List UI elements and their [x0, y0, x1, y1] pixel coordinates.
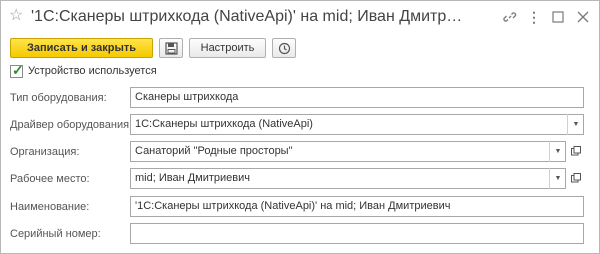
- serial-label: Серийный номер:: [10, 228, 101, 240]
- open-icon[interactable]: [567, 168, 584, 189]
- equipment-type-label: Тип оборудования:: [10, 92, 107, 104]
- device-used-checkbox[interactable]: ✓: [10, 62, 24, 78]
- device-form-window: ☆ '1С:Сканеры штрихкода (NativeApi)' на …: [0, 0, 600, 254]
- floppy-icon: [164, 42, 178, 55]
- open-icon[interactable]: [567, 141, 584, 162]
- link-icon[interactable]: [500, 7, 520, 27]
- workplace-field[interactable]: mid; Иван Дмитриевич: [130, 168, 566, 189]
- workplace-label: Рабочее место:: [10, 173, 90, 185]
- serial-row: Серийный номер:: [1, 223, 599, 245]
- driver-row: Драйвер оборудования: 1С:Сканеры штрихко…: [1, 114, 599, 136]
- chevron-down-icon[interactable]: ▼: [549, 168, 566, 189]
- title-bar: ☆ '1С:Сканеры штрихкода (NativeApi)' на …: [1, 1, 599, 35]
- name-field[interactable]: '1С:Сканеры штрихкода (NativeApi)' на mi…: [130, 196, 584, 217]
- organization-value: Санаторий "Родные просторы": [135, 145, 293, 157]
- check-icon: ✓: [12, 62, 24, 78]
- maximize-icon[interactable]: [548, 7, 568, 27]
- device-used-label: Устройство используется: [28, 65, 157, 77]
- history-icon: [278, 42, 290, 55]
- history-button[interactable]: [272, 38, 296, 58]
- form-toolbar: Записать и закрыть Настроить: [1, 36, 599, 62]
- window-title: '1С:Сканеры штрихкода (NativeApi)' на mi…: [31, 8, 471, 25]
- organization-row: Организация: Санаторий "Родные просторы"…: [1, 141, 599, 163]
- name-label: Наименование:: [10, 201, 90, 213]
- chevron-down-icon[interactable]: ▼: [549, 141, 566, 162]
- star-icon[interactable]: ☆: [9, 8, 23, 24]
- driver-value: 1С:Сканеры штрихкода (NativeApi): [135, 118, 313, 130]
- organization-label: Организация:: [10, 146, 80, 158]
- equipment-type-field[interactable]: Сканеры штрихкода: [130, 87, 584, 108]
- more-icon[interactable]: ⋮: [524, 7, 544, 27]
- workplace-value: mid; Иван Дмитриевич: [135, 172, 251, 184]
- save-and-close-button[interactable]: Записать и закрыть: [10, 38, 153, 58]
- equipment-type-row: Тип оборудования: Сканеры штрихкода: [1, 87, 599, 109]
- close-icon[interactable]: [573, 7, 593, 27]
- driver-label: Драйвер оборудования:: [10, 119, 133, 131]
- workplace-row: Рабочее место: mid; Иван Дмитриевич ▼: [1, 168, 599, 190]
- organization-field[interactable]: Санаторий "Родные просторы": [130, 141, 566, 162]
- serial-field[interactable]: [130, 223, 584, 244]
- chevron-down-icon[interactable]: ▼: [567, 114, 584, 135]
- configure-button[interactable]: Настроить: [189, 38, 266, 58]
- save-button[interactable]: [159, 38, 183, 58]
- driver-field[interactable]: 1С:Сканеры штрихкода (NativeApi): [130, 114, 584, 135]
- name-row: Наименование: '1С:Сканеры штрихкода (Nat…: [1, 196, 599, 218]
